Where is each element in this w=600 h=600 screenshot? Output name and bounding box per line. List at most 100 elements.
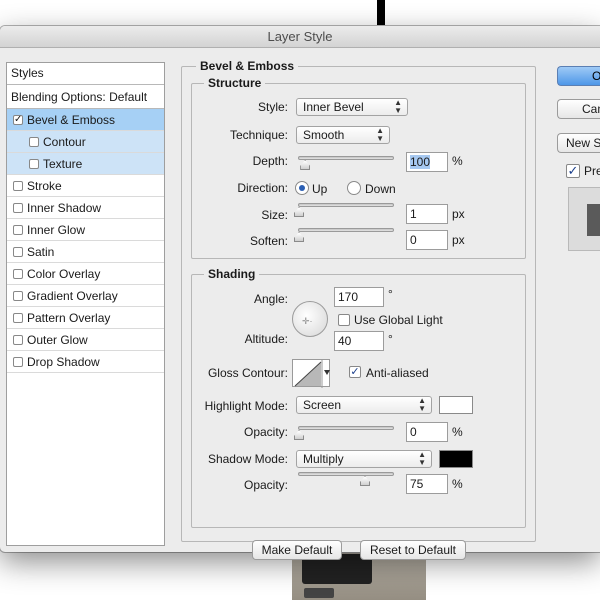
style-dropdown[interactable]: Inner Bevel ▲ ▼: [296, 98, 408, 116]
highlight-mode-dropdown[interactable]: Screen ▲ ▼: [296, 396, 432, 414]
style-checkbox[interactable]: [13, 357, 23, 367]
style-checkbox[interactable]: [13, 291, 23, 301]
make-default-button[interactable]: Make Default: [252, 540, 342, 560]
dropdown-arrows-icon: ▲ ▼: [376, 126, 384, 143]
direction-up-radio[interactable]: [295, 181, 309, 195]
style-value: Inner Bevel: [303, 100, 364, 114]
technique-label: Technique:: [229, 128, 288, 142]
technique-value: Smooth: [303, 128, 345, 142]
style-item-label: Pattern Overlay: [27, 311, 111, 325]
shadow-mode-dropdown[interactable]: Multiply ▲ ▼: [296, 450, 432, 468]
style-item-stroke[interactable]: Stroke: [7, 175, 164, 197]
direction-down-label[interactable]: Down: [365, 182, 396, 196]
size-slider-thumb[interactable]: [294, 207, 304, 217]
highlight-opacity-slider-thumb[interactable]: [294, 430, 304, 440]
preview-label[interactable]: Preview: [584, 164, 600, 178]
style-checkbox[interactable]: [29, 159, 39, 169]
preview-checkbox[interactable]: ✓: [566, 164, 580, 178]
style-item-label: Stroke: [27, 179, 62, 193]
cancel-label: Cancel: [582, 102, 600, 116]
style-item-contour[interactable]: Contour: [7, 131, 164, 153]
ok-button[interactable]: OK: [557, 66, 600, 86]
style-item-label: Outer Glow: [27, 333, 88, 347]
styles-list: Styles Blending Options: Default ✓ Bevel …: [6, 62, 165, 546]
style-checkbox[interactable]: [13, 247, 23, 257]
global-light-checkbox[interactable]: [338, 314, 350, 326]
styles-header[interactable]: Styles: [7, 63, 164, 85]
soften-slider-track[interactable]: [298, 228, 394, 232]
soften-input[interactable]: 0: [406, 230, 448, 250]
anti-aliased-checkbox[interactable]: ✓: [349, 366, 361, 378]
altitude-unit: °: [388, 332, 393, 346]
depth-label: Depth:: [252, 154, 288, 168]
style-item-color-overlay[interactable]: Color Overlay: [7, 263, 164, 285]
style-item-label: Texture: [43, 157, 83, 171]
style-item-pattern-overlay[interactable]: Pattern Overlay: [7, 307, 164, 329]
shadow-color-swatch[interactable]: [439, 450, 473, 468]
highlight-color-swatch[interactable]: [439, 396, 473, 414]
checkmark-icon: ✓: [350, 366, 360, 378]
depth-slider-track[interactable]: [298, 156, 394, 160]
technique-dropdown[interactable]: Smooth ▲ ▼: [296, 126, 390, 144]
soften-slider-thumb[interactable]: [294, 232, 304, 242]
shadow-opacity-slider-track[interactable]: [298, 472, 394, 476]
size-label: Size:: [261, 208, 288, 222]
style-item-texture[interactable]: Texture: [7, 153, 164, 175]
style-item-label: Color Overlay: [27, 267, 101, 281]
style-item-satin[interactable]: Satin: [7, 241, 164, 263]
highlight-opacity-slider-track[interactable]: [298, 426, 394, 430]
depth-slider-thumb[interactable]: [300, 160, 311, 170]
shadow-opacity-input[interactable]: 75: [406, 474, 448, 494]
style-checkbox[interactable]: [13, 225, 23, 235]
cancel-button[interactable]: Cancel: [557, 99, 600, 119]
style-item-outer-glow[interactable]: Outer Glow: [7, 329, 164, 351]
checkmark-icon: ✓: [567, 163, 579, 178]
shadow-mode-label: Shadow Mode:: [207, 452, 288, 466]
style-checkbox[interactable]: [29, 137, 39, 147]
anti-aliased-label[interactable]: Anti-aliased: [366, 366, 429, 380]
style-item-bevel-emboss[interactable]: ✓ Bevel & Emboss: [7, 109, 164, 131]
size-slider-track[interactable]: [298, 203, 394, 207]
angle-crosshair-icon: ✛·: [302, 316, 313, 326]
size-input[interactable]: 1: [406, 204, 448, 224]
shadow-opacity-unit: %: [452, 477, 463, 491]
direction-label: Direction:: [237, 181, 288, 195]
depth-input[interactable]: 100: [406, 152, 448, 172]
bevel-emboss-panel: Bevel & Emboss Structure Style: Inner Be…: [181, 59, 536, 560]
style-checkbox[interactable]: [13, 269, 23, 279]
style-item-inner-glow[interactable]: Inner Glow: [7, 219, 164, 241]
ok-label: OK: [592, 69, 600, 83]
style-checkbox[interactable]: [13, 335, 23, 345]
style-item-gradient-overlay[interactable]: Gradient Overlay: [7, 285, 164, 307]
bevel-emboss-title: Bevel & Emboss: [196, 59, 299, 73]
blending-options-item[interactable]: Blending Options: Default: [7, 85, 164, 109]
new-style-button[interactable]: New Style...: [557, 133, 600, 153]
angle-input[interactable]: 170: [334, 287, 384, 307]
gloss-contour-picker[interactable]: [292, 359, 330, 388]
angle-dial[interactable]: ✛·: [292, 301, 328, 337]
style-item-label: Satin: [27, 245, 55, 259]
style-checkbox[interactable]: ✓: [13, 115, 23, 125]
style-item-drop-shadow[interactable]: Drop Shadow: [7, 351, 164, 373]
shadow-mode-value: Multiply: [303, 452, 344, 466]
depth-unit: %: [452, 154, 463, 168]
altitude-input[interactable]: 40: [334, 331, 384, 351]
style-checkbox[interactable]: [13, 313, 23, 323]
style-item-inner-shadow[interactable]: Inner Shadow: [7, 197, 164, 219]
soften-unit: px: [452, 233, 465, 247]
highlight-mode-value: Screen: [303, 398, 342, 412]
style-item-label: Inner Glow: [27, 223, 86, 237]
style-item-label: Drop Shadow: [27, 355, 100, 369]
style-checkbox[interactable]: [13, 181, 23, 191]
direction-down-radio[interactable]: [347, 181, 361, 195]
global-light-label[interactable]: Use Global Light: [354, 313, 443, 327]
shadow-opacity-label: Opacity:: [243, 478, 288, 492]
dropdown-arrows-icon: ▲ ▼: [418, 450, 426, 467]
style-checkbox[interactable]: [13, 203, 23, 213]
highlight-mode-label: Highlight Mode:: [204, 399, 288, 413]
highlight-opacity-input[interactable]: 0: [406, 422, 448, 442]
shadow-opacity-slider-thumb[interactable]: [360, 476, 370, 486]
style-item-label: Gradient Overlay: [27, 289, 118, 303]
reset-to-default-button[interactable]: Reset to Default: [360, 540, 466, 560]
direction-up-label[interactable]: Up: [312, 182, 327, 196]
